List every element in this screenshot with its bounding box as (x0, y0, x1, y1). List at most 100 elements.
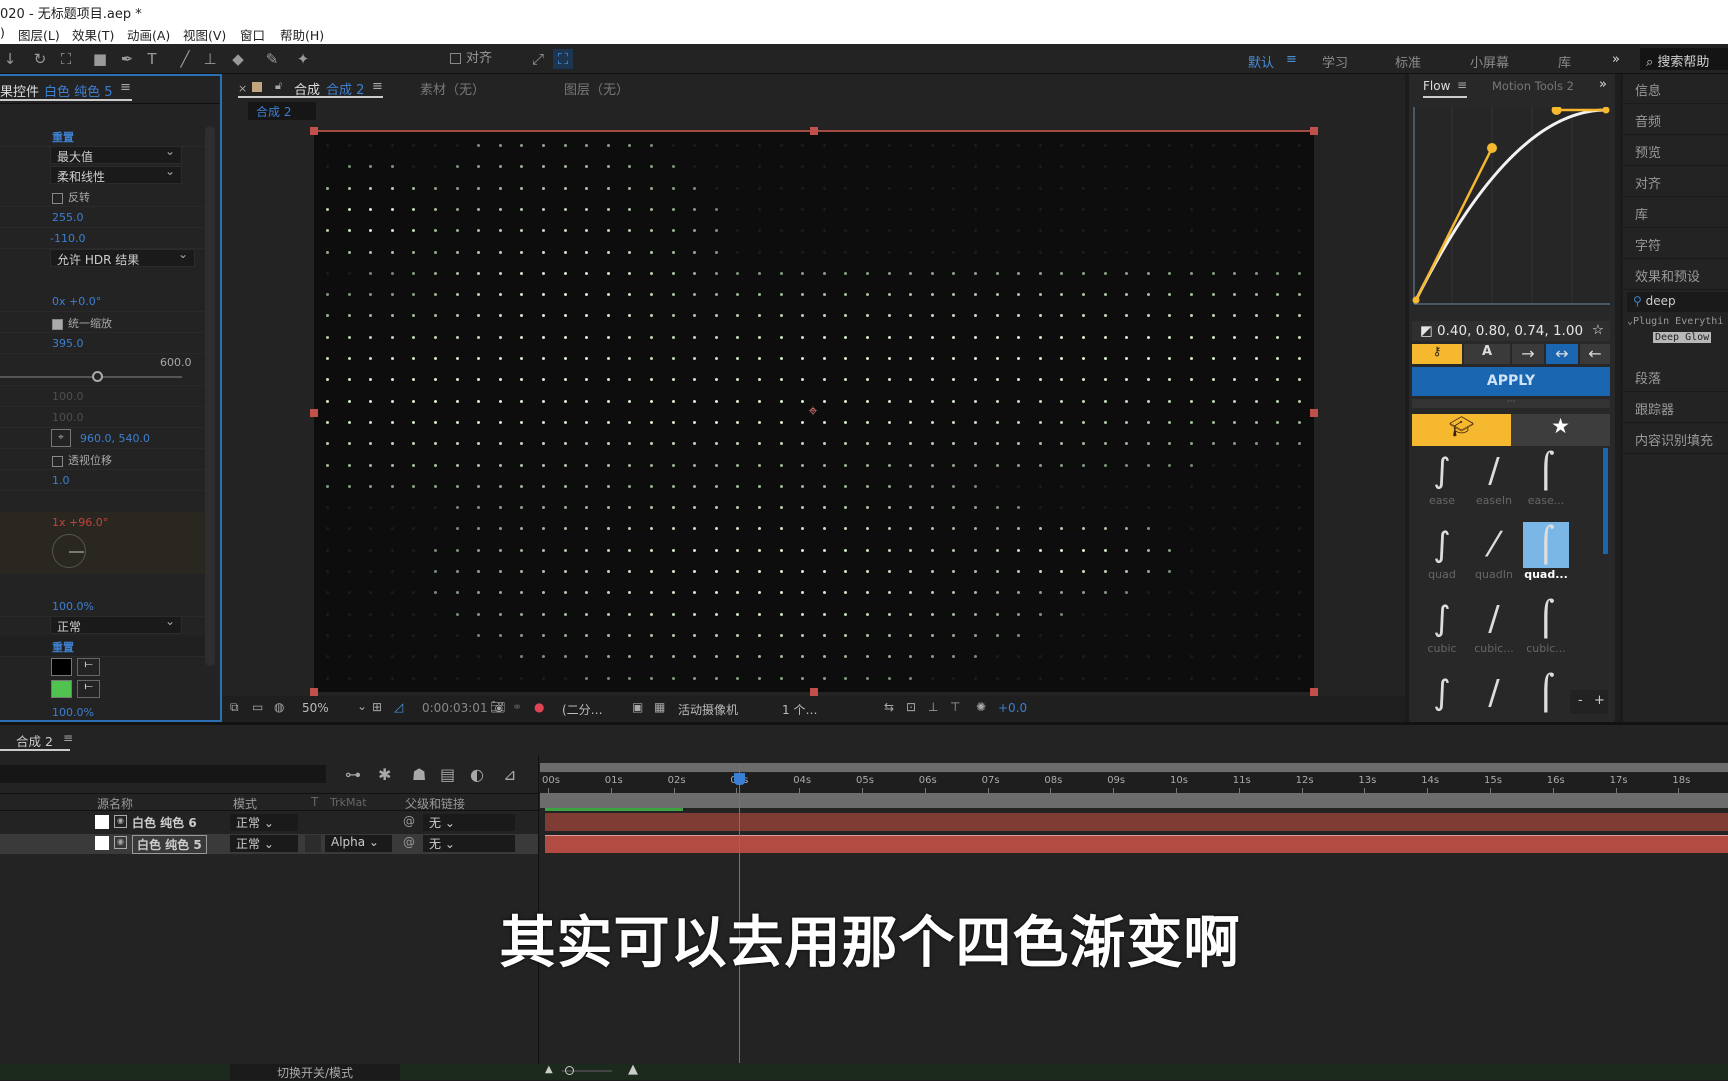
arrow-right-icon[interactable]: → (1512, 344, 1544, 364)
align-toggle[interactable]: 对齐 (450, 49, 492, 69)
col-source-name[interactable]: 源名称 (97, 795, 133, 812)
hierarchy-icon[interactable]: ⊤ (950, 700, 960, 714)
panel-0[interactable]: 段落 (1623, 362, 1728, 392)
menu-view[interactable]: 视图(V) (183, 25, 226, 44)
graduation-cap-icon[interactable]: 🎓︎ (1412, 414, 1511, 446)
motion-blur-icon[interactable]: ◐ (470, 765, 484, 784)
grid-toggle-icon[interactable]: ⊞ (372, 700, 382, 714)
scale-value[interactable]: 395.0 (52, 337, 84, 350)
bezier-values[interactable]: 0.40, 0.80, 0.74, 1.00 (1437, 323, 1583, 339)
menu-layer[interactable]: 图层(L) (18, 25, 60, 44)
color-channels-icon[interactable]: ● (534, 700, 544, 714)
preset-easeIn[interactable]: / easeIn (1470, 448, 1518, 518)
brush-tool-icon[interactable]: ╱ (175, 49, 195, 69)
preset-scrollbar[interactable] (1603, 448, 1608, 554)
snap-icon[interactable]: ⤢ (528, 49, 548, 69)
curve-graph[interactable] (1412, 107, 1610, 307)
scale-slider-track[interactable] (0, 376, 182, 378)
mode-select-1[interactable]: 最大值 (50, 144, 182, 164)
snap-options-icon[interactable]: ⛶ (553, 49, 573, 69)
invert-checkbox[interactable]: 反转 (52, 189, 90, 205)
panel-5[interactable]: 字符 (1623, 229, 1728, 259)
exposure-value[interactable]: +0.0 (998, 701, 1027, 715)
always-preview-icon[interactable]: ⧉ (230, 700, 239, 715)
puppet-pin-icon[interactable]: ✦ (293, 49, 313, 69)
pen-tool-icon[interactable]: ✒ (117, 49, 137, 69)
panel-3[interactable]: 对齐 (1623, 167, 1728, 197)
fast-preview-icon[interactable]: ⇆ (884, 700, 894, 714)
scale-slider-knob[interactable] (92, 371, 104, 382)
parent-select[interactable]: 无 ⌄ (423, 835, 515, 852)
monitor-icon[interactable]: ▭ (252, 700, 263, 714)
star-outline-icon[interactable]: ☆ (1592, 322, 1604, 338)
flowchart-icon[interactable]: ⊥ (928, 700, 938, 714)
bounding-handle[interactable] (810, 688, 818, 696)
parent-select[interactable]: 无 ⌄ (423, 814, 515, 831)
plus-button[interactable]: + (1594, 693, 1605, 708)
roto-brush-icon[interactable]: ✎ (262, 49, 282, 69)
arrow-both-icon[interactable]: ↔ (1546, 344, 1578, 364)
layer-row[interactable]: ◉ 白色 纯色 5 正常 ⌄ Alpha ⌄ @ 无 ⌄ (0, 834, 538, 854)
trkmat-toggle[interactable] (305, 835, 321, 852)
workspace-menu-icon[interactable]: ≡ (1286, 52, 1297, 67)
zoom-out-icon[interactable]: ▲ (545, 1064, 553, 1075)
resolution-select[interactable]: (二分… (562, 701, 632, 718)
preset-cubic...[interactable]: / cubic... (1470, 596, 1518, 666)
bounding-handle[interactable] (1310, 688, 1318, 696)
tab-motion-tools[interactable]: Motion Tools 2 (1492, 79, 1574, 93)
views-select[interactable]: 1 个… (782, 701, 817, 718)
draft-3d-icon[interactable]: ✱ (378, 765, 391, 784)
text-mode-icon[interactable]: A (1464, 344, 1510, 364)
panel-menu-icon[interactable]: ≡ (63, 731, 73, 745)
workspace-standard[interactable]: 标准 (1395, 52, 1421, 71)
tree-group[interactable]: ⌄Plugin Everythi (1627, 316, 1723, 327)
arrow-down-icon[interactable]: ↓ (0, 49, 20, 69)
close-tab-icon[interactable]: × (238, 82, 247, 95)
color-swatch-2[interactable] (51, 680, 72, 698)
menu-animation[interactable]: 动画(A) (127, 25, 170, 44)
scrollbar[interactable] (205, 126, 215, 666)
effects-search-field[interactable]: ⚲ deep (1627, 292, 1728, 312)
col-trkmat[interactable]: TrkMat (330, 796, 367, 809)
col-t[interactable]: T (311, 795, 318, 809)
camera-behind-tool-icon[interactable]: ⛶ (56, 49, 76, 69)
bounding-handle[interactable] (310, 127, 318, 135)
graph-editor-icon[interactable]: ⊿ (503, 765, 516, 784)
bounding-handle[interactable] (1310, 409, 1318, 417)
panel-1[interactable]: 跟踪器 (1623, 393, 1728, 423)
roi-icon[interactable]: ▣ (632, 700, 643, 714)
arrow-left-icon[interactable]: ← (1580, 344, 1610, 364)
workspace-learn[interactable]: 学习 (1322, 52, 1348, 71)
rotate-tool-icon[interactable]: ↻ (30, 49, 50, 69)
hdr-select[interactable]: 允许 HDR 结果 (50, 247, 195, 267)
preset-ease[interactable]: ∫ ease (1418, 448, 1466, 518)
panel-1[interactable]: 音频 (1623, 105, 1728, 135)
panel-0[interactable]: 信息 (1623, 74, 1728, 104)
time-ruler[interactable]: 00s01s02s03s04s05s06s07s08s09s10s11s12s1… (540, 773, 1728, 793)
workspace-library[interactable]: 库 (1558, 52, 1571, 71)
layer-name[interactable]: 白色 纯色 6 (132, 814, 197, 831)
mode-select-2[interactable]: 柔和线性 (50, 164, 182, 184)
bounding-handle[interactable] (1310, 127, 1318, 135)
breadcrumb-comp[interactable]: 合成 2 (248, 102, 316, 120)
panel-menu-icon[interactable]: ≡ (1457, 78, 1467, 92)
preset-quad...[interactable]: ⌠ quad... (1522, 522, 1570, 592)
timeline-icon[interactable]: ⊡ (906, 700, 916, 714)
eraser-tool-icon[interactable]: ◆ (228, 49, 248, 69)
reset-link-2[interactable]: 重置 (52, 639, 74, 655)
eyedropper-icon[interactable]: ⟝ (77, 680, 100, 698)
rectangle-tool-icon[interactable]: ■ (90, 49, 110, 69)
workspace-more-icon[interactable]: » (1612, 52, 1620, 67)
panel-6[interactable]: 效果和预设 (1623, 260, 1728, 290)
control-point-2[interactable] (1551, 107, 1562, 115)
timeline-tab[interactable]: 合成 2 (16, 731, 53, 750)
menu-window[interactable]: 窗口 (240, 25, 265, 44)
col-parent[interactable]: 父级和链接 (405, 795, 465, 812)
preset-cubic...[interactable]: ⌠ cubic... (1522, 596, 1570, 666)
preset-quad[interactable]: ∫ quad (1418, 522, 1466, 592)
footage-tab[interactable]: 素材（无） (420, 79, 485, 98)
star-icon[interactable]: ★ (1511, 414, 1610, 446)
layer-name[interactable]: 白色 纯色 5 (132, 835, 207, 854)
text-tool-icon[interactable]: T (142, 49, 162, 69)
angle-dial[interactable] (52, 534, 86, 568)
